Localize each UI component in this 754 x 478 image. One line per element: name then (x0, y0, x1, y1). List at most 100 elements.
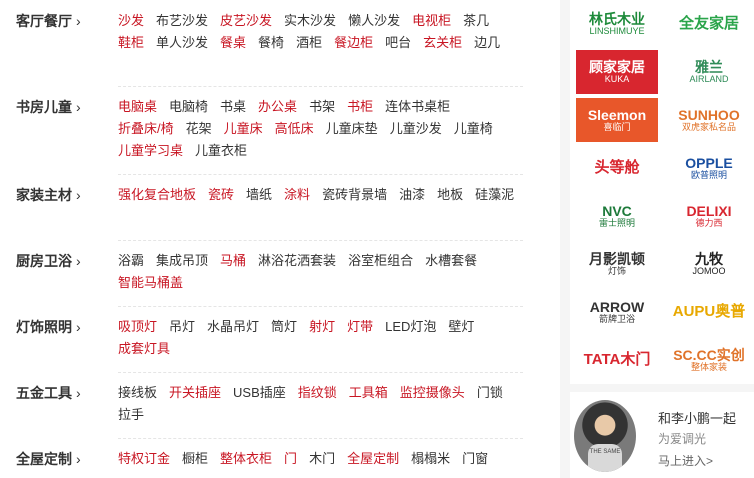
category-link[interactable]: 边几 (474, 32, 500, 54)
category-link[interactable]: 懒人沙发 (348, 10, 400, 32)
category-link[interactable]: 鞋柜 (118, 32, 144, 54)
category-link[interactable]: 酒柜 (296, 32, 322, 54)
category-link[interactable]: 连体书桌柜 (385, 96, 450, 118)
category-link[interactable]: 吊灯 (169, 316, 195, 338)
category-link[interactable]: 折叠床/椅 (118, 118, 174, 140)
category-link[interactable]: 儿童床垫 (326, 118, 378, 140)
category-link[interactable]: 全屋定制 (347, 448, 399, 470)
quanyou-logo[interactable]: 全友家居 (668, 2, 750, 46)
category-title[interactable]: 书房儿童 › (16, 96, 116, 118)
promo-enter-link[interactable]: 马上进入> (658, 452, 713, 469)
category-link[interactable]: 门窗 (462, 448, 488, 470)
category-link[interactable]: 接线板 (118, 382, 157, 404)
opple-logo[interactable]: OPPLE 欧普照明 (668, 146, 750, 190)
nvc-logo[interactable]: NVC 雷士照明 (576, 194, 658, 238)
category-title[interactable]: 五金工具 › (16, 382, 116, 404)
category-title[interactable]: 灯饰照明 › (16, 316, 116, 338)
category-link[interactable]: 瓷砖背景墙 (322, 184, 387, 206)
category-link[interactable]: 筒灯 (271, 316, 297, 338)
sccc-logo[interactable]: SC.CC实创 整体家装 (668, 338, 750, 382)
category-link[interactable]: 灯带 (347, 316, 373, 338)
category-link[interactable]: 电脑桌 (118, 96, 157, 118)
category-link[interactable]: 地板 (437, 184, 463, 206)
category-link[interactable]: 书架 (309, 96, 335, 118)
category-link[interactable]: 水槽套餐 (425, 250, 477, 272)
category-link[interactable]: 木门 (309, 448, 335, 470)
divider (118, 86, 523, 87)
category-link[interactable]: 集成吊顶 (156, 250, 208, 272)
category-link[interactable]: 餐边柜 (334, 32, 373, 54)
category-link[interactable]: 橱柜 (182, 448, 208, 470)
category-link[interactable]: 儿童学习桌 (118, 140, 183, 162)
category-link[interactable]: 实木沙发 (284, 10, 336, 32)
category-link[interactable]: LED灯泡 (385, 316, 436, 338)
category-link[interactable]: 壁灯 (448, 316, 474, 338)
category-link[interactable]: 工具箱 (349, 382, 388, 404)
chevron-right-icon: › (76, 99, 81, 115)
category-link[interactable]: 开关插座 (169, 382, 221, 404)
category-link[interactable]: 吸顶灯 (118, 316, 157, 338)
category-title[interactable]: 全屋定制 › (16, 448, 116, 470)
category-title[interactable]: 家装主材 › (16, 184, 116, 206)
chevron-right-icon: › (76, 385, 81, 401)
airland-logo[interactable]: 雅兰 AIRLAND (668, 50, 750, 94)
category-link[interactable]: 高低床 (275, 118, 314, 140)
category-link[interactable]: 涂料 (284, 184, 310, 206)
category-link[interactable]: 特权订金 (118, 448, 170, 470)
category-link[interactable]: 布艺沙发 (156, 10, 208, 32)
category-link[interactable]: 瓷砖 (208, 184, 234, 206)
category-link[interactable]: 智能马桶盖 (118, 272, 183, 294)
category-link[interactable]: 淋浴花洒套装 (258, 250, 336, 272)
category-link[interactable]: 儿童椅 (454, 118, 493, 140)
toudengcang-logo[interactable]: 头等舱 (576, 146, 658, 190)
category-link[interactable]: 监控摄像头 (400, 382, 465, 404)
delixi-logo[interactable]: DELIXI 德力西 (668, 194, 750, 238)
category-link[interactable]: 书柜 (347, 96, 373, 118)
category-link[interactable]: 拉手 (118, 404, 144, 426)
category-link[interactable]: 成套灯具 (118, 338, 170, 360)
category-link[interactable]: 油漆 (399, 184, 425, 206)
category-link[interactable]: 榻榻米 (411, 448, 450, 470)
jomoo-logo[interactable]: 九牧 JOMOO (668, 242, 750, 286)
category-link[interactable]: 儿童床 (224, 118, 263, 140)
category-link[interactable]: 玄关柜 (423, 32, 462, 54)
aupu-logo[interactable]: AUPU奥普 (668, 290, 750, 334)
sleemon-logo[interactable]: Sleemon 喜临门 (576, 98, 658, 142)
category-link[interactable]: 吧台 (385, 32, 411, 54)
promo-card[interactable]: THE SAME 和李小鹏一起 为爱调光 马上进入> (570, 392, 754, 478)
category-link[interactable]: 办公桌 (258, 96, 297, 118)
category-link[interactable]: 餐桌 (220, 32, 246, 54)
category-link[interactable]: 浴霸 (118, 250, 144, 272)
category-title[interactable]: 厨房卫浴 › (16, 250, 116, 272)
category-link[interactable]: 单人沙发 (156, 32, 208, 54)
category-link[interactable]: 茶几 (463, 10, 489, 32)
category-link[interactable]: 儿童衣柜 (195, 140, 247, 162)
category-link[interactable]: 强化复合地板 (118, 184, 196, 206)
tata-logo[interactable]: TATA木门 (576, 338, 658, 382)
category-link[interactable]: 水晶吊灯 (207, 316, 259, 338)
category-link[interactable]: 电视柜 (412, 10, 451, 32)
category-link[interactable]: 儿童沙发 (390, 118, 442, 140)
category-link[interactable]: 墙纸 (246, 184, 272, 206)
yueying-logo[interactable]: 月影凯顿 灯饰 (576, 242, 658, 286)
category-link[interactable]: 整体衣柜 (220, 448, 272, 470)
category-link[interactable]: 指纹锁 (298, 382, 337, 404)
category-link[interactable]: 皮艺沙发 (220, 10, 272, 32)
category-link[interactable]: 门锁 (477, 382, 503, 404)
kuka-logo[interactable]: 顾家家居 KUKA (576, 50, 658, 94)
category-link[interactable]: 硅藻泥 (475, 184, 514, 206)
arrow-logo[interactable]: ARROW 箭牌卫浴 (576, 290, 658, 334)
category-link[interactable]: 沙发 (118, 10, 144, 32)
category-link[interactable]: 射灯 (309, 316, 335, 338)
sunhoo-logo[interactable]: SUNHOO 双虎家私名品 (668, 98, 750, 142)
category-title[interactable]: 客厅餐厅 › (16, 10, 116, 32)
category-link[interactable]: 浴室柜组合 (348, 250, 413, 272)
category-link[interactable]: 花架 (186, 118, 212, 140)
category-link[interactable]: 餐椅 (258, 32, 284, 54)
category-link[interactable]: 门 (284, 448, 297, 470)
category-link[interactable]: USB插座 (233, 382, 286, 404)
category-link[interactable]: 书桌 (220, 96, 246, 118)
linshimuye-logo[interactable]: 林氏木业 LINSHIMUYE (576, 2, 658, 46)
category-link[interactable]: 马桶 (220, 250, 246, 272)
category-link[interactable]: 电脑椅 (169, 96, 208, 118)
